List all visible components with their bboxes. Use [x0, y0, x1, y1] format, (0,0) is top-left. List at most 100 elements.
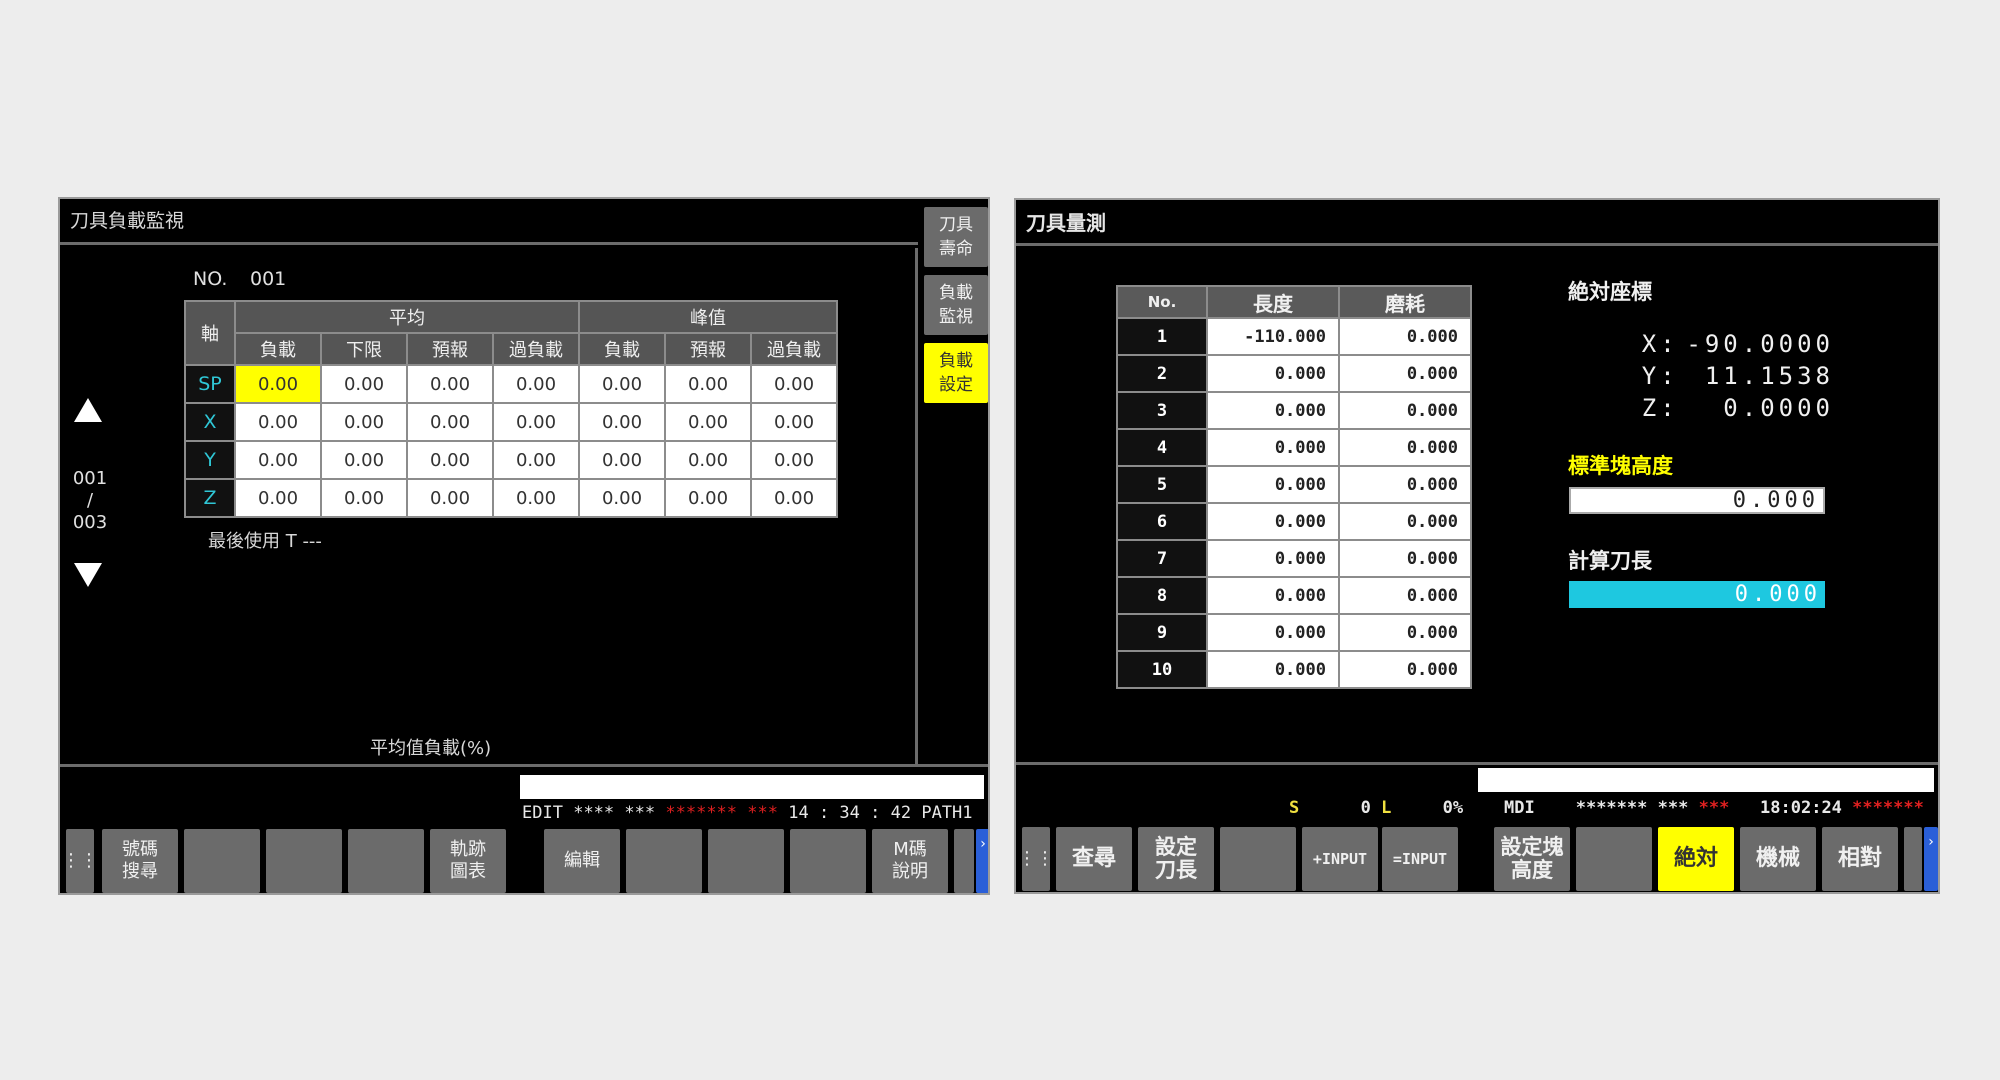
calculated-tool-length-field[interactable]: 0.000: [1569, 581, 1825, 608]
peak-group-header: 峰值: [578, 300, 838, 334]
length-cell[interactable]: 0.000: [1206, 539, 1340, 578]
wear-cell[interactable]: 0.000: [1338, 354, 1472, 393]
wear-cell[interactable]: 0.000: [1338, 650, 1472, 689]
relative-button[interactable]: 相對: [1822, 827, 1898, 891]
value-cell[interactable]: 0.00: [750, 440, 838, 480]
blank-softkey[interactable]: [348, 829, 424, 893]
button-label: 刀長: [1155, 858, 1197, 882]
value-cell[interactable]: 0.00: [750, 364, 838, 404]
value-cell[interactable]: 0.00: [492, 440, 580, 480]
button-label: 壽命: [939, 239, 973, 259]
wear-cell[interactable]: 0.000: [1338, 391, 1472, 430]
tool-number: 3: [1116, 391, 1208, 430]
value-cell[interactable]: 0.00: [406, 402, 494, 442]
blank-softkey[interactable]: [184, 829, 260, 893]
length-cell[interactable]: 0.000: [1206, 391, 1340, 430]
blank-softkey[interactable]: [266, 829, 342, 893]
length-cell[interactable]: 0.000: [1206, 613, 1340, 652]
length-cell[interactable]: 0.000: [1206, 650, 1340, 689]
table-row: 7 0.000 0.000: [1116, 539, 1472, 578]
plus-input-button[interactable]: +INPUT: [1302, 827, 1378, 891]
m-code-help-button[interactable]: M碼 說明: [872, 829, 948, 893]
length-cell[interactable]: 0.000: [1206, 576, 1340, 615]
value-cell[interactable]: 0.00: [578, 440, 666, 480]
next-page-arrow-icon[interactable]: ›: [976, 829, 988, 893]
machine-button[interactable]: 機械: [1740, 827, 1816, 891]
blank-softkey[interactable]: [1576, 827, 1652, 891]
absolute-button[interactable]: 絶対: [1658, 827, 1734, 891]
length-cell[interactable]: 0.000: [1206, 354, 1340, 393]
path-indicator: PATH1: [921, 803, 973, 823]
value-cell[interactable]: 0.00: [664, 478, 752, 518]
button-label: =INPUT: [1392, 850, 1448, 868]
input-buffer[interactable]: [520, 775, 984, 799]
wear-cell[interactable]: 0.000: [1338, 317, 1472, 356]
wear-cell[interactable]: 0.000: [1338, 576, 1472, 615]
set-block-height-button[interactable]: 設定塊 高度: [1494, 827, 1570, 891]
value-cell[interactable]: 0.00: [234, 402, 322, 442]
no-label: NO.: [193, 268, 228, 290]
value-cell[interactable]: 0.00: [492, 402, 580, 442]
value-cell[interactable]: 0.00: [320, 364, 408, 404]
blank-softkey[interactable]: [790, 829, 866, 893]
length-cell[interactable]: 0.000: [1206, 465, 1340, 504]
standard-block-height-field[interactable]: 0.000: [1569, 487, 1825, 514]
mode-indicator: MDI: [1504, 798, 1535, 818]
blank-softkey[interactable]: [708, 829, 784, 893]
value-cell[interactable]: 0.00: [234, 440, 322, 480]
value-cell[interactable]: 0.00: [664, 364, 752, 404]
length-cell[interactable]: 0.000: [1206, 502, 1340, 541]
equal-input-button[interactable]: =INPUT: [1382, 827, 1458, 891]
blank-softkey[interactable]: [1220, 827, 1296, 891]
value-cell[interactable]: 0.00: [234, 478, 322, 518]
tool-number: 5: [1116, 465, 1208, 504]
value-cell[interactable]: 0.00: [320, 440, 408, 480]
value-cell[interactable]: 0.00: [492, 478, 580, 518]
blank-softkey[interactable]: [626, 829, 702, 893]
value-cell[interactable]: 0.00: [664, 402, 752, 442]
menu-grid-button[interactable]: ⋮⋮: [62, 829, 98, 893]
load-setting-button[interactable]: 負載 設定: [924, 343, 988, 403]
value-cell[interactable]: 0.00: [578, 402, 666, 442]
load-monitor-button[interactable]: 負載 監視: [924, 275, 988, 335]
length-cell[interactable]: 0.000: [1206, 428, 1340, 467]
wear-cell[interactable]: 0.000: [1338, 539, 1472, 578]
edit-button[interactable]: 編輯: [544, 829, 620, 893]
menu-grid-button[interactable]: ⋮⋮: [1018, 827, 1054, 891]
value-cell[interactable]: 0.00: [664, 440, 752, 480]
page-up-icon[interactable]: [74, 398, 102, 422]
number-search-button[interactable]: 號碼 搜尋: [102, 829, 178, 893]
wear-cell[interactable]: 0.000: [1338, 465, 1472, 504]
value-cell[interactable]: 0.00: [234, 364, 322, 404]
tool-life-button[interactable]: 刀具 壽命: [924, 207, 988, 267]
value-cell[interactable]: 0.00: [320, 402, 408, 442]
input-buffer[interactable]: [1478, 768, 1934, 792]
set-tool-length-button[interactable]: 設定 刀長: [1138, 827, 1214, 891]
value-cell[interactable]: 0.00: [406, 478, 494, 518]
next-page-arrow-icon[interactable]: ›: [1924, 827, 1938, 891]
page-down-icon[interactable]: [74, 563, 102, 587]
button-label: 搜尋: [122, 861, 158, 882]
length-cell[interactable]: -110.000: [1206, 317, 1340, 356]
coord-z: Z: 0.0000: [1568, 366, 1830, 450]
spindle-value: 0: [1360, 798, 1371, 818]
blank-softkey[interactable]: [1904, 827, 1922, 891]
button-label: 刀具: [939, 215, 973, 235]
value-cell[interactable]: 0.00: [750, 478, 838, 518]
wear-cell[interactable]: 0.000: [1338, 428, 1472, 467]
no-value: 001: [250, 268, 287, 290]
value-cell[interactable]: 0.00: [578, 478, 666, 518]
avg-group-header: 平均: [234, 300, 580, 334]
value-cell[interactable]: 0.00: [578, 364, 666, 404]
value-cell[interactable]: 0.00: [750, 402, 838, 442]
value-cell[interactable]: 0.00: [406, 364, 494, 404]
value-cell[interactable]: 0.00: [492, 364, 580, 404]
search-button[interactable]: 查尋: [1056, 827, 1132, 891]
value-cell[interactable]: 0.00: [406, 440, 494, 480]
wear-cell[interactable]: 0.000: [1338, 502, 1472, 541]
col-header-wear: 磨耗: [1338, 285, 1472, 319]
path-graph-button[interactable]: 軌跡 圖表: [430, 829, 506, 893]
value-cell[interactable]: 0.00: [320, 478, 408, 518]
wear-cell[interactable]: 0.000: [1338, 613, 1472, 652]
blank-softkey[interactable]: [954, 829, 974, 893]
